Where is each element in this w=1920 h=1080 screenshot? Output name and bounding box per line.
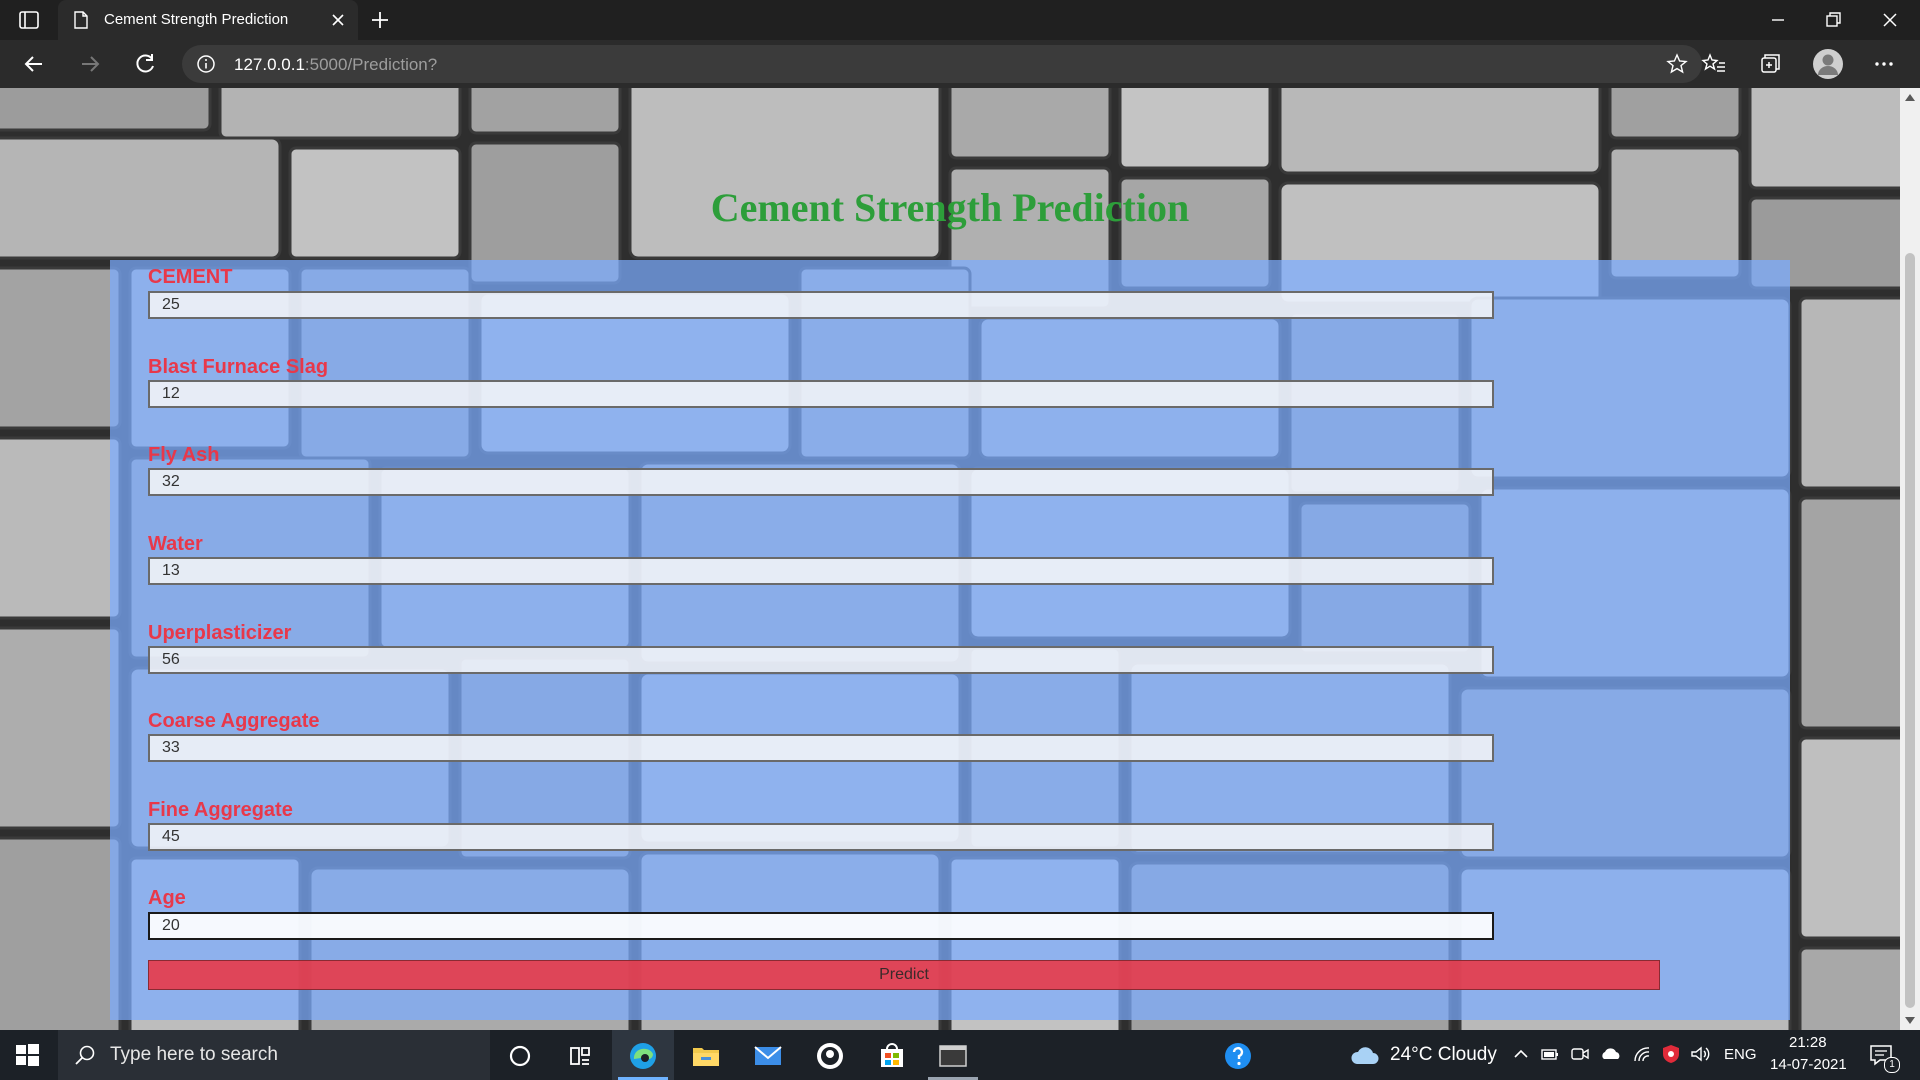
- more-options-icon[interactable]: [1870, 50, 1898, 78]
- restore-icon[interactable]: [1819, 6, 1847, 34]
- fine-aggregate-input[interactable]: [148, 823, 1494, 851]
- blast-furnace-slag-label: Blast Furnace Slag: [148, 356, 329, 378]
- superplasticizer-input[interactable]: [148, 646, 1494, 674]
- fly-ash-input[interactable]: [148, 468, 1494, 496]
- fly-ash-label: Fly Ash: [148, 444, 220, 466]
- edge-icon: [630, 1043, 656, 1069]
- clock-date[interactable]: 14-07-2021: [1770, 1056, 1847, 1073]
- microsoft-store-icon[interactable]: [875, 1039, 909, 1073]
- url-host: 127.0.0.1: [234, 55, 305, 74]
- cement-label: CEMENT: [148, 266, 233, 288]
- forward-icon[interactable]: [76, 50, 104, 78]
- meet-now-icon[interactable]: [1570, 1045, 1590, 1063]
- site-info-icon[interactable]: [196, 54, 216, 74]
- refresh-icon[interactable]: [131, 50, 159, 78]
- terminal-taskbar-button[interactable]: [922, 1030, 984, 1080]
- minimize-icon[interactable]: [1764, 6, 1792, 34]
- age-input[interactable]: [148, 912, 1494, 940]
- collections-icon[interactable]: [1756, 50, 1784, 78]
- antivirus-icon[interactable]: [1660, 1043, 1682, 1065]
- fine-aggregate-label: Fine Aggregate: [148, 799, 293, 821]
- scroll-down-arrow-icon[interactable]: [1905, 1017, 1915, 1024]
- help-icon[interactable]: [1221, 1039, 1255, 1073]
- water-input[interactable]: [148, 557, 1494, 585]
- page-title: Cement Strength Prediction: [710, 185, 1190, 230]
- file-explorer-icon[interactable]: [689, 1039, 723, 1073]
- new-tab-icon[interactable]: [368, 8, 392, 32]
- page-icon: [74, 11, 88, 29]
- browser-tab-bar: Cement Strength Prediction: [0, 0, 1920, 40]
- age-label: Age: [148, 887, 186, 909]
- back-icon[interactable]: [20, 50, 48, 78]
- clock-time[interactable]: 21:28: [1789, 1034, 1827, 1051]
- tab-title: Cement Strength Prediction: [104, 11, 289, 28]
- mail-icon[interactable]: [751, 1039, 785, 1073]
- tab-actions-icon[interactable]: [18, 9, 40, 31]
- github-desktop-icon[interactable]: [813, 1039, 847, 1073]
- volume-icon[interactable]: [1690, 1045, 1712, 1063]
- coarse-aggregate-label: Coarse Aggregate: [148, 710, 320, 732]
- windows-start-icon[interactable]: [12, 1040, 42, 1070]
- scroll-thumb[interactable]: [1905, 253, 1915, 1008]
- profile-avatar-icon[interactable]: [1812, 48, 1844, 80]
- water-label: Water: [148, 533, 203, 555]
- cement-input[interactable]: [148, 291, 1494, 319]
- favorites-icon[interactable]: [1700, 50, 1728, 78]
- search-icon: [75, 1045, 95, 1065]
- superplasticizer-label: Uperplasticizer: [148, 622, 292, 644]
- scroll-up-arrow-icon[interactable]: [1905, 94, 1915, 101]
- chevron-up-icon[interactable]: [1512, 1045, 1530, 1063]
- search-placeholder: Type here to search: [110, 1044, 278, 1065]
- notification-count-badge: 1: [1884, 1057, 1900, 1073]
- prediction-form: CEMENT Blast Furnace Slag Fly Ash Water …: [110, 260, 1790, 1020]
- browser-toolbar: 127.0.0.1:5000/Prediction?: [0, 40, 1920, 88]
- task-view-icon[interactable]: [563, 1039, 597, 1073]
- page-scrollbar[interactable]: [1900, 88, 1920, 1030]
- edge-taskbar-button[interactable]: [612, 1030, 674, 1080]
- predict-button[interactable]: Predict: [148, 960, 1660, 990]
- close-tab-icon[interactable]: [328, 10, 348, 30]
- onedrive-icon[interactable]: [1600, 1045, 1622, 1063]
- cloud-weather-icon: [1351, 1047, 1379, 1064]
- blast-furnace-slag-input[interactable]: [148, 380, 1494, 408]
- language-indicator[interactable]: ENG: [1724, 1046, 1757, 1063]
- battery-icon[interactable]: [1540, 1045, 1560, 1063]
- add-favorite-icon[interactable]: [1666, 53, 1688, 75]
- browser-tab[interactable]: Cement Strength Prediction: [58, 0, 358, 40]
- cortana-icon[interactable]: [503, 1039, 537, 1073]
- address-bar[interactable]: 127.0.0.1:5000/Prediction?: [182, 45, 1702, 83]
- network-icon[interactable]: [1632, 1045, 1652, 1063]
- coarse-aggregate-input[interactable]: [148, 734, 1494, 762]
- taskbar-search[interactable]: Type here to search: [58, 1030, 490, 1080]
- page-viewport: Cement Strength Prediction CEMENT Blast …: [0, 88, 1900, 1030]
- close-window-icon[interactable]: [1876, 6, 1904, 34]
- url-text: 127.0.0.1:5000/Prediction?: [234, 55, 437, 75]
- terminal-icon: [939, 1045, 967, 1067]
- weather-text[interactable]: 24°C Cloudy: [1390, 1044, 1497, 1066]
- url-path: :5000/Prediction?: [304, 55, 438, 74]
- windows-taskbar: Type here to search 24°C Cloudy ENG 21:2…: [0, 1030, 1920, 1080]
